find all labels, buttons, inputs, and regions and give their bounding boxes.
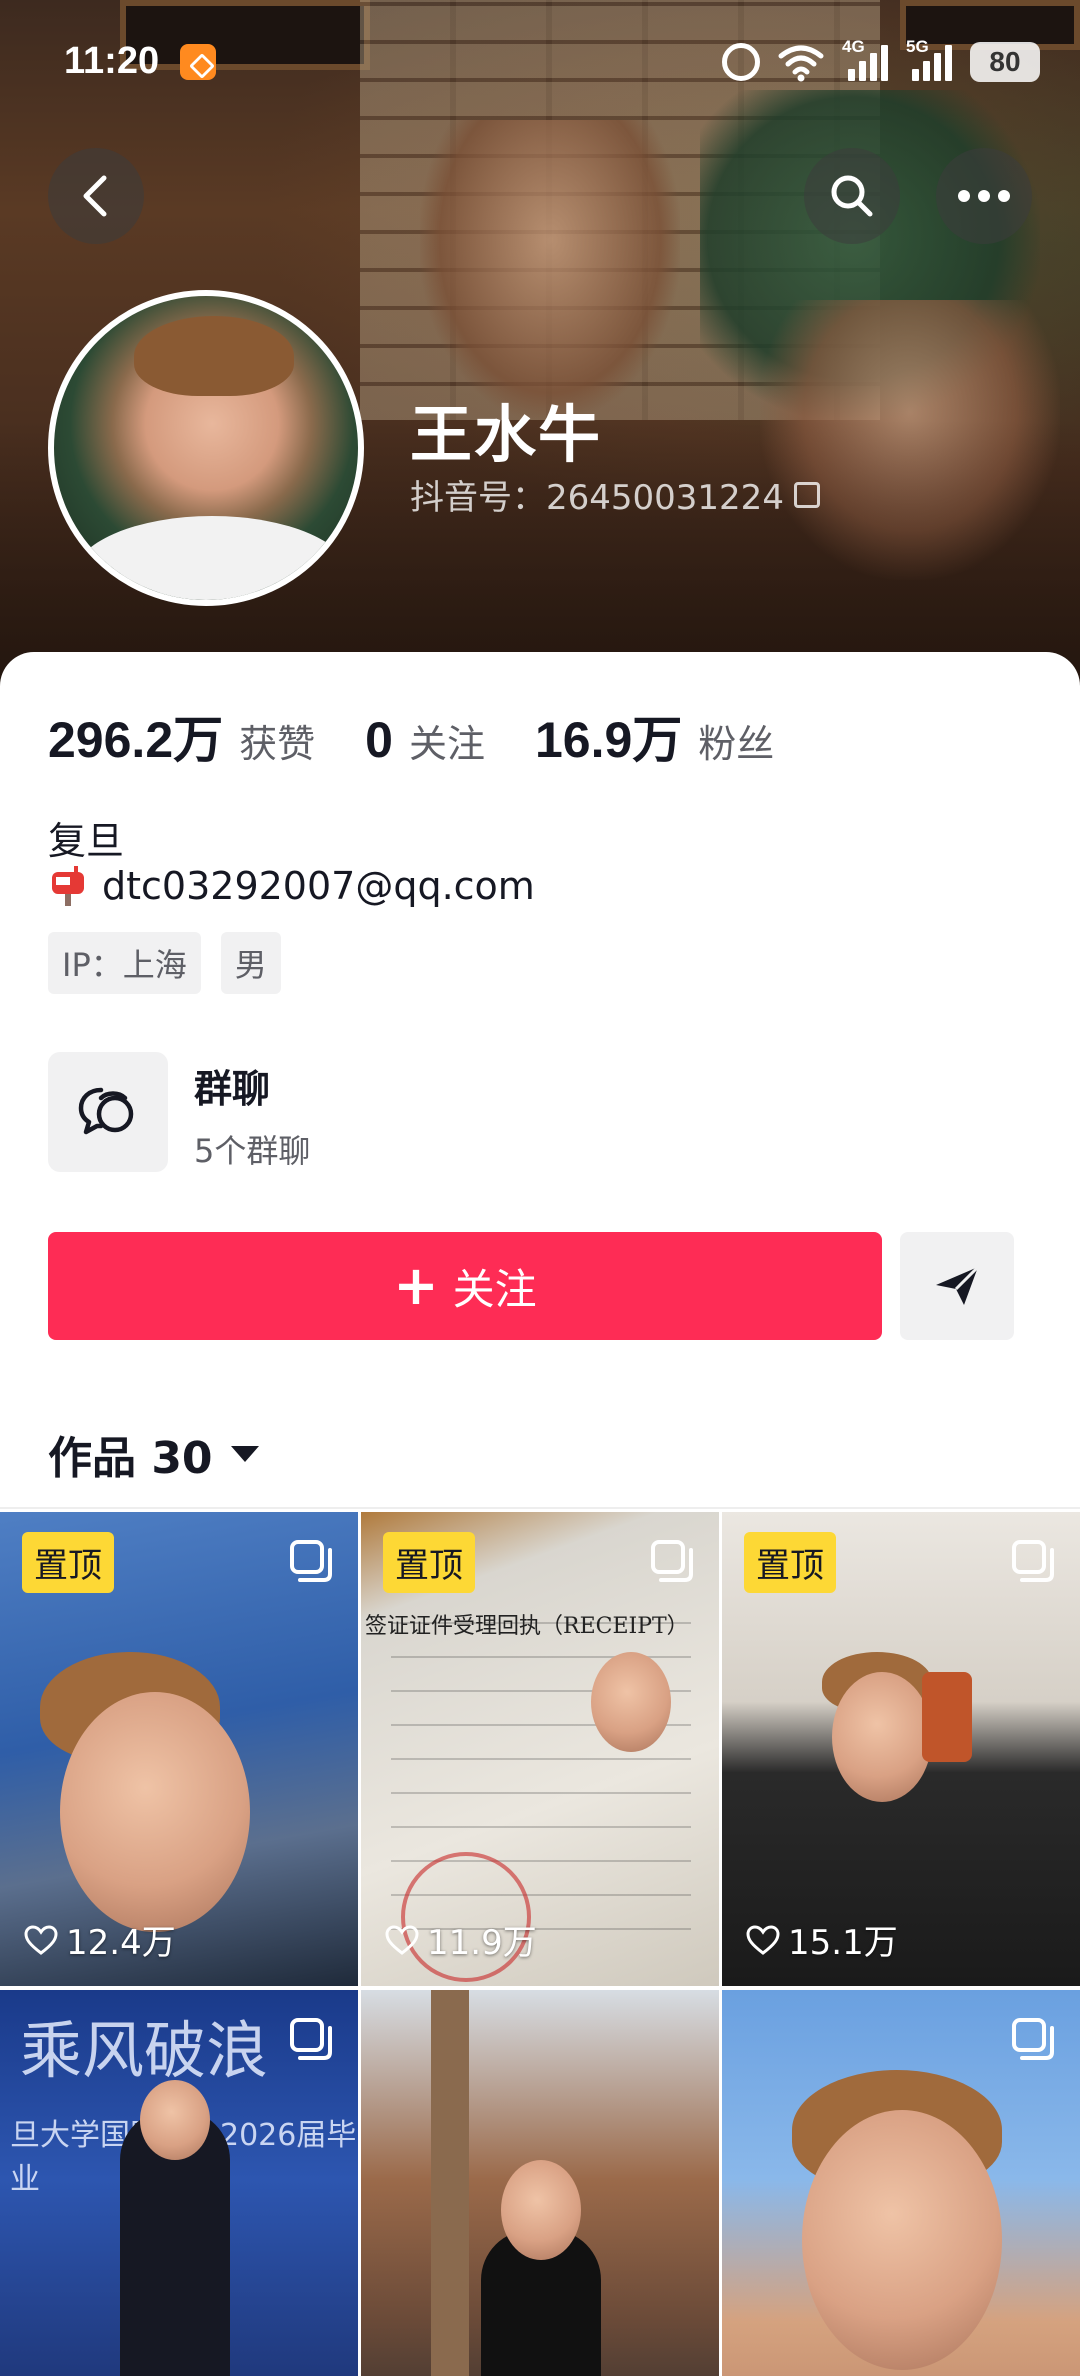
stats-row: 296.2万 获赞 0 关注 16.9万 粉丝 <box>48 700 824 772</box>
stat-label: 关注 <box>408 722 485 766</box>
douyin-id-text: 抖音号：26450031224 <box>410 478 784 518</box>
like-count-value: 11.9万 <box>427 1923 537 1963</box>
avatar[interactable] <box>48 290 364 606</box>
battery-indicator: 80 <box>970 42 1040 82</box>
work-tile[interactable]: 置顶 15.1万 <box>722 1512 1080 1986</box>
work-tile[interactable]: 签证证件受理回执（RECEIPT） 置顶 11.9万 <box>361 1512 719 1986</box>
pinned-badge: 置顶 <box>22 1532 114 1593</box>
profile-sheet: 296.2万 获赞 0 关注 16.9万 粉丝 复旦 dtc03292007@q… <box>0 652 1080 2376</box>
more-button[interactable] <box>936 148 1032 244</box>
heart-icon <box>24 1924 58 1955</box>
copy-icon[interactable] <box>793 481 820 508</box>
stage-banner-text: 乘风破浪 <box>20 2014 269 2087</box>
status-icons: 4G 5G 80 <box>722 37 1040 86</box>
group-chat-icon-box <box>48 1052 168 1172</box>
tab-works[interactable]: 作品 30 <box>48 1422 259 1486</box>
phone <box>922 1672 972 1762</box>
network-type: 4G <box>842 37 865 56</box>
works-grid: 置顶 12.4万 签证证件受理回执（RECEIPT） 置顶 11.9万 置顶 1… <box>0 1512 1080 2376</box>
work-tile[interactable] <box>722 1990 1080 2376</box>
status-time: 11:20 <box>64 40 160 82</box>
profile-tags: IP：上海 男 <box>48 932 281 994</box>
photo-detail <box>832 1672 932 1802</box>
like-count: 15.1万 <box>746 1915 898 1964</box>
work-tile[interactable] <box>361 1990 719 2376</box>
stat-value: 296.2万 <box>48 712 224 768</box>
wifi-icon <box>778 45 824 82</box>
network-type: 5G <box>906 37 929 56</box>
back-button[interactable] <box>48 148 144 244</box>
stat-label: 粉丝 <box>698 722 775 766</box>
stat-value: 16.9万 <box>534 712 683 768</box>
cover-figure <box>420 120 680 420</box>
group-chat-title: 群聊 <box>194 1067 271 1111</box>
photo-detail <box>591 1652 671 1752</box>
user-name: 王水牛 <box>410 398 603 471</box>
heart-icon <box>746 1924 780 1955</box>
document-title: 签证证件受理回执（RECEIPT） <box>365 1614 689 1639</box>
signal-icon: 5G <box>906 37 952 81</box>
bio-email-line: dtc03292007@qq.com <box>48 864 535 908</box>
follow-button[interactable]: + 关注 <box>48 1232 882 1340</box>
status-bar: 11:20 4G 5G 80 <box>0 0 1080 120</box>
plus-icon: + <box>393 1254 439 1317</box>
ip-location-tag: IP：上海 <box>48 932 201 994</box>
group-chat-entry[interactable]: 群聊 5个群聊 <box>48 1052 948 1176</box>
caret-down-icon <box>230 1446 259 1462</box>
stat-label: 获赞 <box>239 722 316 766</box>
mailbox-icon <box>52 866 84 906</box>
like-count: 12.4万 <box>24 1915 176 1964</box>
stat-following[interactable]: 0 关注 <box>365 711 485 769</box>
divider <box>0 1507 1080 1509</box>
search-button[interactable] <box>804 148 900 244</box>
multi-image-icon <box>1012 1540 1054 1582</box>
bio-text: 复旦 <box>48 819 125 863</box>
avatar-hair <box>134 316 294 396</box>
gender-tag: 男 <box>220 932 281 994</box>
like-count-value: 12.4万 <box>66 1923 176 1963</box>
chevron-left-icon <box>83 175 107 217</box>
chat-bubbles-icon <box>78 1087 134 1135</box>
bio-email: dtc03292007@qq.com <box>102 864 535 908</box>
photo-detail <box>140 2080 210 2160</box>
follow-label: 关注 <box>452 1264 537 1314</box>
signal-icon: 4G <box>842 37 888 81</box>
work-tile[interactable]: 置顶 12.4万 <box>0 1512 358 1986</box>
photo-detail <box>431 1990 469 2376</box>
stat-followers[interactable]: 16.9万 粉丝 <box>535 700 774 772</box>
multi-image-icon <box>651 1540 693 1582</box>
send-message-button[interactable] <box>900 1232 1014 1340</box>
multi-image-icon <box>1012 2018 1054 2060</box>
search-icon <box>831 175 873 217</box>
like-count: 11.9万 <box>385 1915 537 1964</box>
pinned-badge: 置顶 <box>744 1532 836 1593</box>
alarm-icon <box>722 43 760 81</box>
send-icon <box>936 1265 980 1305</box>
more-icon <box>958 190 1010 202</box>
photo-detail <box>802 2110 1002 2370</box>
stat-value: 0 <box>365 712 393 768</box>
pinned-badge: 置顶 <box>383 1532 475 1593</box>
multi-image-icon <box>290 1540 332 1582</box>
photo-detail <box>60 1692 250 1932</box>
photo-detail <box>501 2160 581 2260</box>
avatar-shirt <box>74 516 350 600</box>
app-notification-icon <box>180 44 216 80</box>
douyin-id[interactable]: 抖音号：26450031224 <box>410 470 820 519</box>
multi-image-icon <box>290 2018 332 2060</box>
group-chat-count: 5个群聊 <box>194 1132 311 1170</box>
tab-works-label: 作品 30 <box>48 1433 213 1484</box>
stat-likes[interactable]: 296.2万 获赞 <box>48 700 315 772</box>
heart-icon <box>385 1924 419 1955</box>
work-tile[interactable]: 乘风破浪 旦大学国际文…2026届毕业 <box>0 1990 358 2376</box>
like-count-value: 15.1万 <box>788 1923 898 1963</box>
